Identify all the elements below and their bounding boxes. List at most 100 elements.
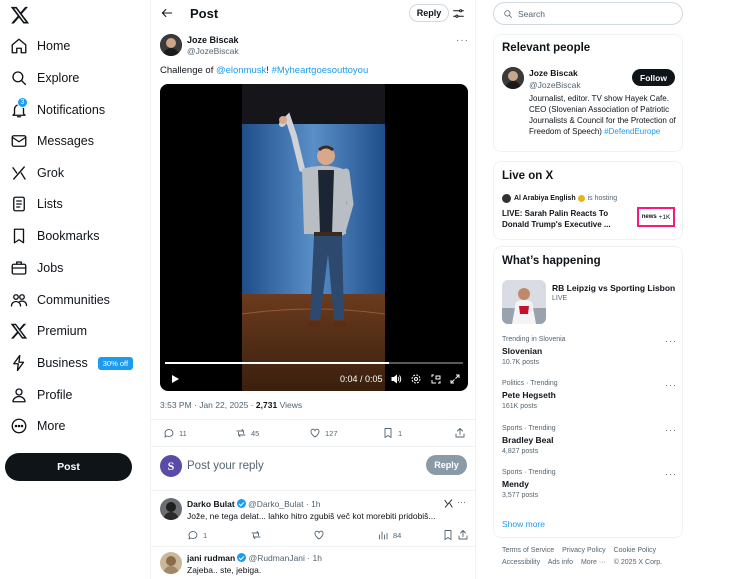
views-count: 84	[393, 530, 402, 540]
video-player[interactable]: 0:04 / 0:05	[160, 84, 468, 391]
nav-label: More	[37, 419, 66, 433]
post-button[interactable]: Post	[5, 453, 132, 481]
reply-author-name[interactable]: jani rudman	[187, 553, 235, 563]
reply-action[interactable]: 1	[187, 529, 207, 541]
more-options-icon[interactable]: ···	[456, 35, 469, 46]
bookmark-action[interactable]	[442, 529, 454, 541]
picture-in-picture-icon[interactable]	[430, 373, 442, 385]
divider	[151, 419, 475, 420]
fullscreen-icon[interactable]	[449, 373, 461, 385]
video-progress-bar[interactable]	[165, 362, 463, 364]
live-thumbnail[interactable]: news +1K	[637, 207, 675, 227]
mention-link[interactable]: @elonmusk	[216, 65, 266, 76]
more-options-icon[interactable]: ···	[665, 336, 677, 346]
post-text-prefix: Challenge of	[160, 65, 216, 76]
hashtag-link[interactable]: #Myheartgoesouttoyou	[272, 65, 369, 76]
trend-item[interactable]: Sports · Trending Bradley Beal 4,827 pos…	[502, 425, 677, 463]
trend-item[interactable]: Trending in Slovenia Slovenian 10.7K pos…	[502, 336, 677, 374]
nav-item-more[interactable]: More	[10, 413, 65, 439]
bio-hashtag-link[interactable]: #DefendEurope	[604, 127, 660, 136]
settings-gear-icon[interactable]	[410, 373, 422, 385]
search-input[interactable]	[518, 7, 668, 21]
x-logo-icon[interactable]	[10, 5, 30, 25]
reply-item[interactable]: Darko Bulat @Darko_Bulat · 1h ··· Jože, …	[151, 497, 475, 544]
like-action[interactable]: 127	[309, 427, 338, 439]
grok-icon[interactable]	[443, 498, 454, 509]
trend-name: Slovenian	[502, 346, 543, 356]
trend-item[interactable]: Sports · Trending Mendy 3,577 posts ···	[502, 469, 677, 507]
search-bar[interactable]	[493, 2, 683, 25]
event-thumbnail[interactable]	[502, 280, 546, 324]
footer-link[interactable]: Privacy Policy	[562, 547, 606, 554]
person-handle[interactable]: @JozeBiscak	[529, 80, 581, 90]
footer-link[interactable]: Accessibility	[502, 559, 540, 566]
share-action[interactable]	[457, 529, 469, 541]
live-host[interactable]: Al Arabiya English is hosting	[502, 194, 617, 203]
nav-item-lists[interactable]: Lists	[10, 191, 63, 217]
discount-badge: 30% off	[97, 356, 134, 370]
more-options-icon[interactable]: ···	[665, 380, 677, 390]
reply-submit-button[interactable]: Reply	[426, 455, 467, 475]
list-icon	[10, 195, 28, 213]
follow-button[interactable]: Follow	[632, 69, 675, 86]
nav-item-jobs[interactable]: Jobs	[10, 255, 63, 281]
reply-input[interactable]	[187, 457, 387, 475]
more-options-icon[interactable]: ···	[665, 425, 677, 435]
reply-header: jani rudman @RudmanJani · 1h	[187, 553, 322, 563]
nav-item-messages[interactable]: Messages	[10, 128, 94, 154]
footer-link[interactable]: Terms of Service	[502, 547, 554, 554]
nav-item-grok[interactable]: Grok	[10, 160, 64, 186]
nav-item-business[interactable]: Business 30% off	[10, 350, 134, 376]
reply-item[interactable]: jani rudman @RudmanJani · 1h Zajeba.. st…	[151, 552, 475, 579]
person-avatar[interactable]	[502, 67, 524, 89]
more-options-icon[interactable]: ···	[457, 497, 466, 507]
volume-icon[interactable]	[390, 373, 402, 385]
reply-author-handle[interactable]: @Darko_Bulat	[248, 499, 303, 509]
notification-badge: 3	[17, 97, 28, 108]
like-action[interactable]	[313, 529, 325, 541]
reply-avatar[interactable]	[160, 498, 182, 520]
nav-label: Lists	[37, 197, 63, 211]
trend-posts: 10.7K posts	[502, 359, 539, 366]
footer-link[interactable]: Ads info	[548, 559, 573, 566]
more-options-icon[interactable]: ···	[665, 469, 677, 479]
reply-action[interactable]: 11	[163, 427, 187, 439]
reply-time[interactable]: · 1h	[307, 553, 322, 563]
video-progress-fill	[165, 362, 389, 364]
trend-item[interactable]: Politics · Trending Pete Hegseth 161K po…	[502, 380, 677, 418]
trend-context: Sports · Trending	[502, 425, 556, 432]
nav-item-communities[interactable]: Communities	[10, 287, 110, 313]
repost-action[interactable]: 45	[235, 427, 259, 439]
nav-item-bookmarks[interactable]: Bookmarks	[10, 223, 100, 249]
nav-item-notifications[interactable]: 3 Notifications	[10, 97, 105, 123]
repost-action[interactable]	[250, 529, 262, 541]
show-more-link[interactable]: Show more	[502, 519, 545, 529]
reply-author-handle[interactable]: @RudmanJani	[249, 553, 305, 563]
footer-link[interactable]: Cookie Policy	[614, 547, 656, 554]
back-arrow-icon[interactable]	[160, 6, 174, 20]
views-action[interactable]: 84	[377, 529, 401, 541]
footer-link[interactable]: More ···	[581, 559, 606, 566]
reply-author-name[interactable]: Darko Bulat	[187, 499, 235, 509]
nav-item-premium[interactable]: Premium	[10, 318, 87, 344]
share-action[interactable]	[454, 427, 466, 439]
trend-name: Mendy	[502, 479, 529, 489]
trend-posts: 4,827 posts	[502, 448, 539, 455]
author-name[interactable]: Joze Biscak	[187, 35, 239, 45]
post-timestamp[interactable]: 3:53 PM · Jan 22, 2025 ·	[160, 400, 256, 410]
bookmark-action[interactable]: 1	[382, 427, 402, 439]
author-handle[interactable]: @JozeBiscak	[187, 46, 239, 56]
nav-item-profile[interactable]: Profile	[10, 382, 72, 408]
reply-filter-button[interactable]: Reply	[409, 4, 449, 22]
sliders-icon[interactable]	[452, 7, 465, 20]
reply-time[interactable]: · 1h	[306, 499, 321, 509]
event-title[interactable]: RB Leipzig vs Sporting Lisbon	[552, 283, 675, 293]
nav-item-home[interactable]: Home	[10, 33, 70, 59]
live-headline[interactable]: LIVE: Sarah Palin Reacts To Donald Trump…	[502, 208, 622, 230]
play-icon[interactable]	[169, 373, 181, 385]
reply-avatar[interactable]	[160, 552, 182, 574]
author-avatar[interactable]	[160, 34, 182, 56]
nav-item-explore[interactable]: Explore	[10, 65, 79, 91]
person-name[interactable]: Joze Biscak	[529, 68, 578, 78]
host-name: Al Arabiya English	[514, 195, 576, 202]
